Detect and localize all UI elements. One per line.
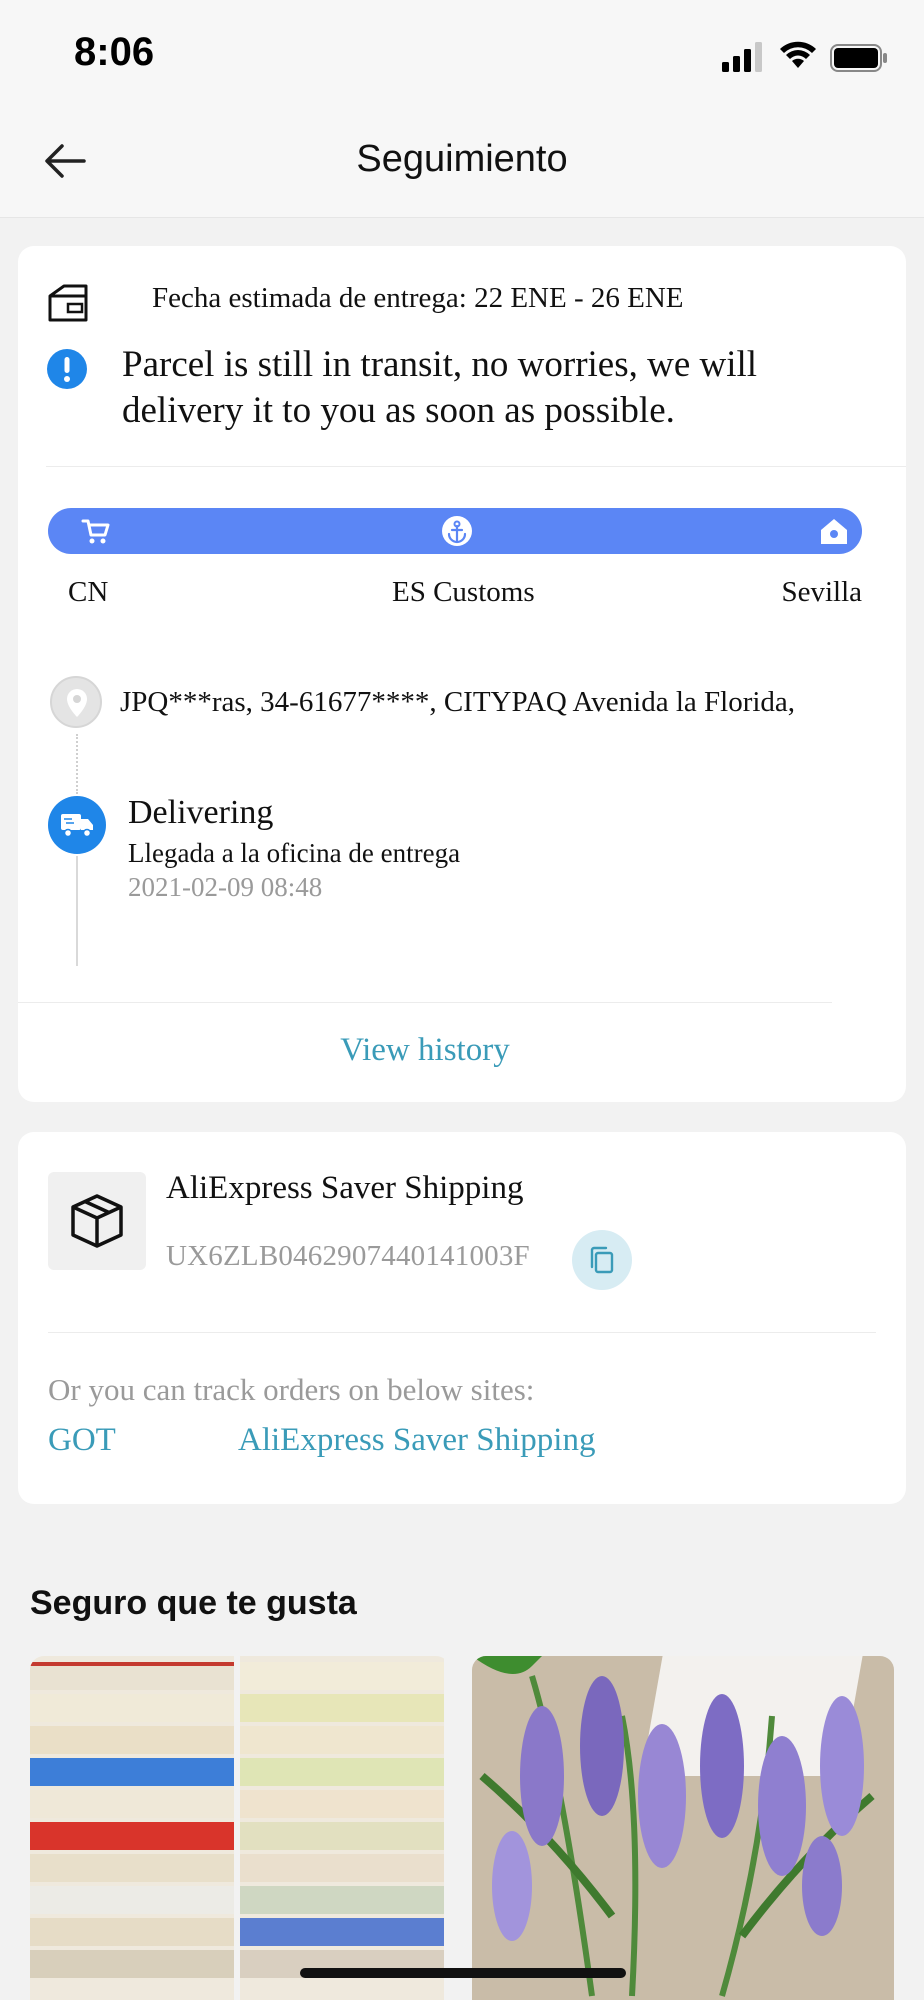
- package-icon: [48, 1172, 146, 1270]
- status-bar: 8:06: [0, 0, 924, 100]
- page-title: Seguimiento: [356, 138, 568, 180]
- home-indicator: [300, 1968, 626, 1978]
- product-card[interactable]: [30, 1656, 450, 2000]
- transit-notice: Parcel is still in transit, no worries, …: [122, 344, 758, 431]
- wifi-icon: [780, 41, 816, 68]
- tracking-number: UX6ZLB0462907440141003F: [166, 1240, 530, 1272]
- truck-icon: [48, 796, 106, 854]
- product-card[interactable]: [472, 1656, 894, 2000]
- alert-icon: [47, 349, 87, 389]
- timeline-connector: [76, 734, 78, 794]
- copy-icon: [590, 1246, 614, 1274]
- nav-header: Seguimiento: [0, 100, 924, 218]
- home-icon: [821, 519, 847, 544]
- product-image: [30, 1656, 234, 2000]
- timeline-line: [76, 856, 78, 966]
- divider: [46, 466, 906, 467]
- status-time: 8:06: [74, 30, 155, 74]
- event-title: Delivering: [128, 794, 274, 831]
- view-history-link[interactable]: View history: [18, 1032, 832, 1069]
- carrier-name: AliExpress Saver Shipping: [166, 1170, 524, 1206]
- route-customs: ES Customs: [392, 576, 535, 608]
- copy-button[interactable]: [572, 1230, 632, 1290]
- divider: [48, 1332, 876, 1333]
- route-origin: CN: [68, 576, 109, 608]
- track-site-link[interactable]: GOT: [48, 1422, 116, 1459]
- track-sites-note: Or you can track orders on below sites:: [48, 1372, 535, 1407]
- route-progress-bar: [48, 508, 862, 554]
- cart-icon: [81, 519, 110, 544]
- recommendations-title: Seguro que te gusta: [30, 1584, 357, 1622]
- battery-icon: [830, 44, 887, 72]
- delivery-address: JPQ***ras, 34-61677****, CITYPAQ Avenida…: [120, 686, 796, 718]
- track-site-link[interactable]: AliExpress Saver Shipping: [238, 1422, 595, 1459]
- tracking-card: Fecha estimada de entrega: 22 ENE - 26 E…: [18, 246, 906, 1102]
- route-destination: Sevilla: [781, 576, 862, 608]
- estimated-delivery: Fecha estimada de entrega: 22 ENE - 26 E…: [152, 282, 684, 314]
- shipping-card: AliExpress Saver Shipping UX6ZLB04629074…: [18, 1132, 906, 1504]
- event-timestamp: 2021-02-09 08:48: [128, 872, 323, 902]
- anchor-icon: [442, 516, 472, 546]
- event-description: Llegada a la oficina de entrega: [128, 838, 461, 868]
- divider: [18, 1002, 832, 1003]
- box-icon: [48, 284, 88, 322]
- location-pin-icon: [50, 676, 102, 728]
- cellular-signal-icon: [722, 42, 762, 72]
- product-image: [240, 1656, 444, 2000]
- product-image: [472, 1656, 894, 2000]
